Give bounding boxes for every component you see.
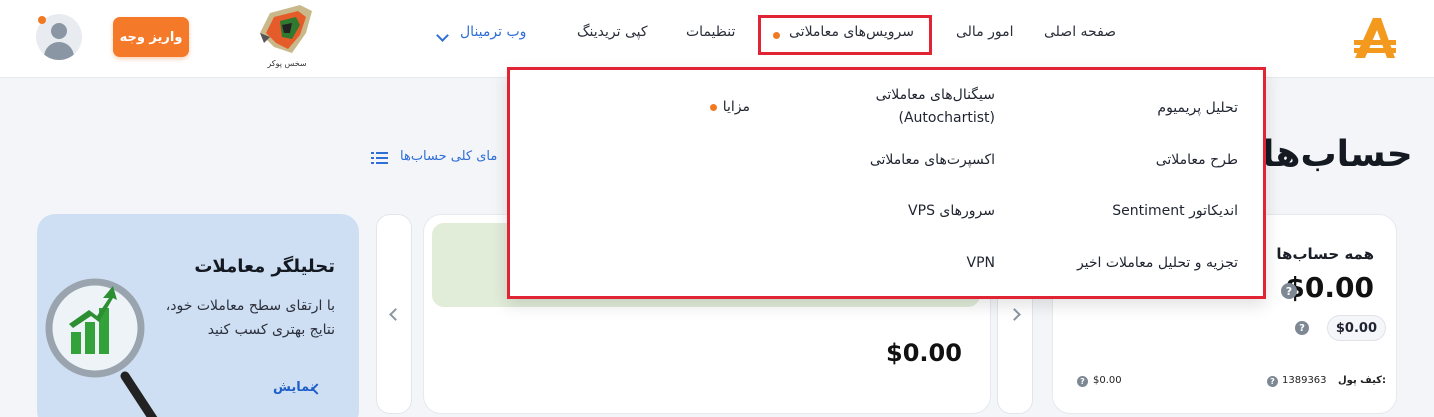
partner-caption: سخس پوکر	[267, 59, 307, 68]
nav-copy-trading[interactable]: کپی تریدینگ	[577, 24, 648, 40]
trading-services-dropdown: تحلیل پریمیوم طرح معاملاتی اندیکاتور Sen…	[507, 67, 1266, 299]
menu-item-trading-signals[interactable]: سیگنال‌های معاملاتی	[876, 84, 995, 106]
chevron-down-icon[interactable]	[436, 29, 449, 42]
brand-logo-icon[interactable]	[1350, 14, 1400, 64]
nav-web-terminal[interactable]: وب ترمینال	[460, 24, 526, 40]
analyzer-show-link[interactable]: نمایش	[273, 380, 315, 395]
nav-settings[interactable]: تنظیمات	[686, 24, 735, 40]
avatar-body-shape	[44, 42, 74, 60]
help-icon[interactable]: ?	[1077, 376, 1088, 387]
wallet-label: کیف پول:	[1338, 375, 1386, 386]
menu-item-premium-analysis[interactable]: تحلیل پریمیوم	[1157, 97, 1238, 119]
carousel-prev-button[interactable]	[376, 214, 412, 414]
menu-item-trading-plan[interactable]: طرح معاملاتی	[1156, 149, 1238, 171]
analyzer-description: با ارتقای سطح معاملات خود، نتایج بهتری ک…	[165, 298, 335, 338]
accounts-overview-link[interactable]: مای کلی حساب‌ها	[400, 149, 497, 164]
magnifier-chart-icon	[45, 278, 158, 417]
wallet-id: 1389363	[1282, 375, 1327, 386]
trade-analyzer-card: تحلیلگر معاملات با ارتقای سطح معاملات خو…	[37, 214, 359, 417]
nav-dot-icon	[773, 32, 780, 39]
page-title: حساب‌ها	[1262, 134, 1413, 175]
all-accounts-title: همه حساب‌ها	[1276, 245, 1374, 263]
help-icon[interactable]: ?	[1267, 376, 1278, 387]
wallet-value: $0.00	[1093, 375, 1122, 386]
list-icon[interactable]	[371, 151, 388, 165]
nav-trading-services[interactable]: سرویس‌های معاملاتی	[789, 24, 914, 40]
analyzer-title: تحلیلگر معاملات	[194, 256, 335, 277]
chevron-left-icon	[389, 308, 402, 321]
all-accounts-total: $0.00	[1285, 271, 1374, 304]
balance-pill: $0.00	[1326, 315, 1386, 341]
menu-item-benefits[interactable]: مزایا	[723, 96, 750, 118]
middle-card-value: $0.00	[886, 339, 962, 367]
dog-logo-icon	[260, 5, 312, 53]
menu-item-vpn[interactable]: VPN	[967, 252, 996, 274]
menu-item-autochartist-sub: (Autochartist)	[898, 110, 995, 126]
menu-item-trading-experts[interactable]: اکسپرت‌های معاملاتی	[870, 149, 995, 171]
chevron-right-icon	[1008, 308, 1021, 321]
help-icon[interactable]: ?	[1295, 321, 1309, 335]
nav-home[interactable]: صفحه اصلی	[1044, 24, 1116, 40]
deposit-button[interactable]: واریز وجه	[113, 17, 189, 57]
avatar-head-shape	[51, 23, 67, 39]
nav-finance[interactable]: امور مالی	[956, 24, 1014, 40]
partner-logo[interactable]: سخس پوکر	[252, 3, 322, 71]
menu-item-recent-trade-analysis[interactable]: تجزیه و تحلیل معاملات اخیر	[1077, 252, 1238, 274]
notification-dot-icon	[38, 16, 46, 24]
help-icon[interactable]: ?	[1281, 283, 1297, 299]
benefits-dot-icon	[710, 104, 717, 111]
menu-item-vps-servers[interactable]: سرورهای VPS	[908, 200, 995, 222]
menu-item-sentiment-indicator[interactable]: اندیکاتور Sentiment	[1112, 200, 1238, 222]
